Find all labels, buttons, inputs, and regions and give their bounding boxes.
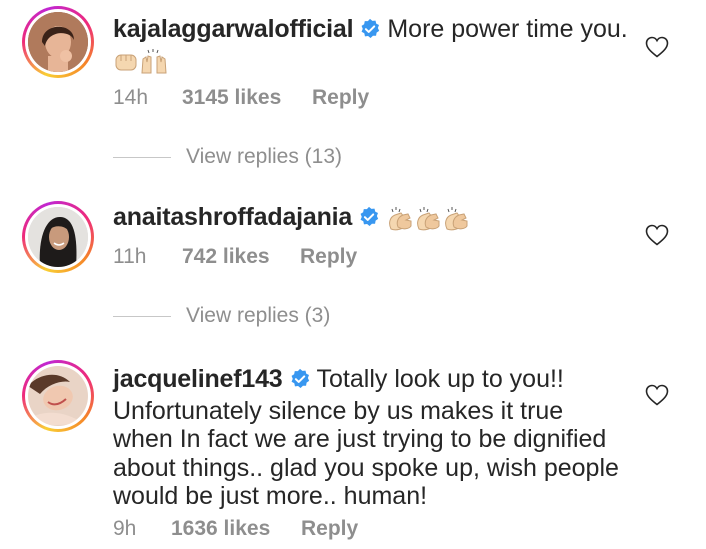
avatar[interactable] bbox=[22, 360, 94, 432]
view-replies-button[interactable]: View replies (13) bbox=[113, 145, 342, 169]
heart-outline-icon[interactable] bbox=[645, 224, 669, 251]
avatar[interactable] bbox=[22, 201, 94, 273]
verified-badge-icon bbox=[358, 206, 380, 235]
clapping-hands-emoji bbox=[414, 205, 442, 238]
avatar[interactable] bbox=[22, 6, 94, 78]
reply-button[interactable]: Reply bbox=[312, 86, 369, 110]
comment-time: 9h bbox=[113, 517, 137, 540]
divider-line bbox=[113, 156, 171, 158]
comment-time: 14h bbox=[113, 86, 149, 109]
view-replies-label: View replies (13) bbox=[186, 145, 343, 168]
view-replies-button[interactable]: View replies (3) bbox=[113, 304, 330, 328]
comment-username[interactable]: anaitashroffadajania bbox=[113, 203, 352, 231]
avatar-photo bbox=[28, 366, 88, 426]
heart-outline-icon[interactable] bbox=[645, 384, 669, 411]
divider-line bbox=[113, 315, 171, 317]
reply-button[interactable]: Reply bbox=[301, 517, 358, 541]
clapping-hands-emoji bbox=[386, 205, 414, 238]
comment-meta: 14h 3145 likes Reply bbox=[113, 86, 369, 110]
comment-time: 11h bbox=[113, 245, 147, 268]
reply-button[interactable]: Reply bbox=[300, 245, 357, 269]
verified-badge-icon bbox=[289, 368, 311, 397]
comment-body: More power time you. bbox=[387, 15, 628, 43]
view-replies-label: View replies (3) bbox=[186, 304, 331, 327]
raising-hands-emoji bbox=[139, 47, 169, 82]
fist-emoji bbox=[113, 49, 139, 82]
comment-meta: 11h 742 likes Reply bbox=[113, 245, 357, 269]
heart-outline-icon[interactable] bbox=[645, 36, 669, 63]
comment-meta: 9h 1636 likes Reply bbox=[113, 517, 358, 541]
comment-text: jacquelinef143 Totally look up to you!! U… bbox=[113, 365, 628, 511]
comment-likes[interactable]: 742 likes bbox=[182, 245, 300, 269]
avatar-photo bbox=[28, 207, 88, 267]
comment-username[interactable]: kajalaggarwalofficial bbox=[113, 15, 354, 43]
verified-badge-icon bbox=[359, 18, 381, 47]
comment-username[interactable]: jacquelinef143 bbox=[113, 365, 283, 393]
avatar-photo bbox=[28, 12, 88, 72]
comment-text: kajalaggarwalofficial More power time you… bbox=[113, 15, 633, 81]
comment-text: anaitashroffadajania bbox=[113, 203, 633, 238]
clapping-hands-emoji bbox=[442, 205, 470, 238]
comment-likes[interactable]: 3145 likes bbox=[182, 86, 312, 110]
comment-likes[interactable]: 1636 likes bbox=[171, 517, 301, 541]
